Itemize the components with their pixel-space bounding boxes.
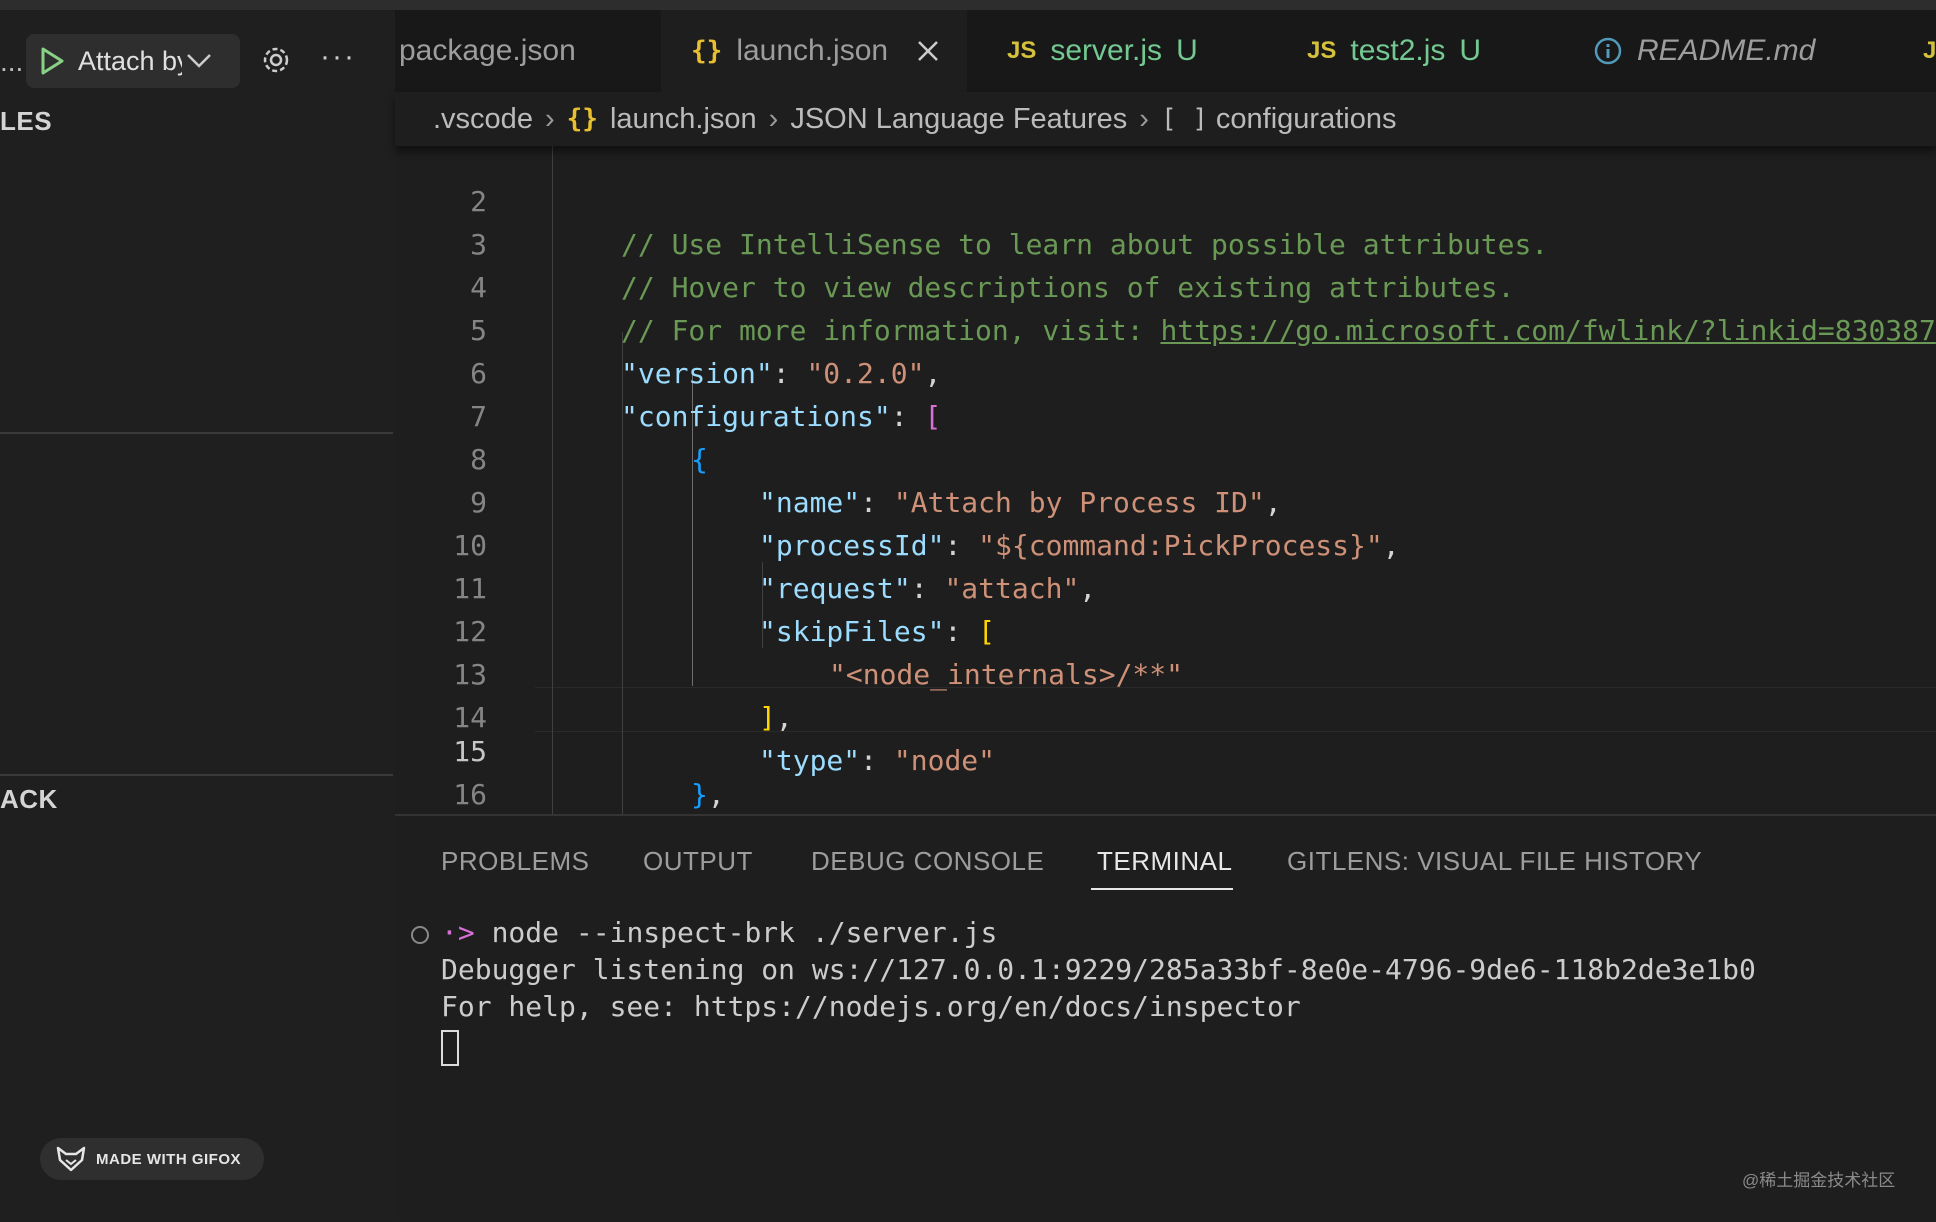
gifox-badge: MADE WITH GIFOX (40, 1138, 264, 1180)
tab-label: test2.js (1350, 34, 1446, 67)
tab-test2-js[interactable]: JS test2.js U (1307, 10, 1537, 92)
debug-config-label: Attach by Process ID (78, 45, 182, 76)
sidebar-divider (0, 774, 393, 776)
js-file-icon: JS (1307, 37, 1337, 64)
js-file-icon: J (1923, 37, 1936, 64)
prompt-arrow: ·> (441, 916, 475, 949)
code-line: 12 "<node_internals>/**" (395, 567, 1936, 691)
sidebar-overflow[interactable]: ... (0, 46, 23, 78)
code-line: 7 { (395, 352, 1936, 476)
tab-output[interactable]: OUTPUT (643, 846, 753, 877)
code-line: 8 "name": "Attach by Process ID", (395, 395, 1936, 519)
terminal-output-line: For help, see: https://nodejs.org/en/doc… (441, 990, 1301, 1023)
bottom-panel: PROBLEMS OUTPUT DEBUG CONSOLE TERMINAL G… (395, 814, 1936, 1222)
sidebar-section-call-stack[interactable]: ACK (0, 784, 58, 815)
command-status-icon[interactable] (411, 926, 429, 944)
breadcrumb-json-features[interactable]: JSON Language Features (790, 103, 1127, 136)
chevron-right-icon: › (768, 102, 779, 135)
sidebar: ... Attach by Process ID ··· LES ACK (0, 10, 395, 1220)
watermark: @稀土掘金技术社区 (1742, 1171, 1896, 1190)
sidebar-section-files[interactable]: LES (0, 106, 52, 137)
fox-logo-icon (56, 1146, 86, 1172)
terminal-cursor (441, 1030, 459, 1066)
code-line: 10 "request": "attach", (395, 481, 1936, 605)
tab-overflow[interactable]: J (1923, 10, 1936, 92)
active-tab-indicator (1091, 888, 1233, 890)
close-icon[interactable] (916, 39, 940, 63)
code-line: 6 "configurations": [ (395, 309, 1936, 433)
code-line: 16 (395, 730, 1936, 811)
gifox-label: MADE WITH GIFOX (96, 1150, 241, 1168)
code-line: 11 "skipFiles": [ (395, 524, 1936, 648)
code-line: 4 // For more information, visit: https:… (395, 223, 1936, 347)
tab-server-js[interactable]: JS server.js U (1007, 10, 1237, 92)
tab-readme-md[interactable]: README.md (1593, 10, 1853, 92)
code-editor[interactable]: 2 // Use IntelliSense to learn about pos… (395, 146, 1936, 814)
sidebar-divider (0, 432, 393, 434)
more-actions-icon[interactable]: ··· (320, 40, 356, 74)
gear-icon[interactable] (258, 42, 294, 78)
breadcrumb-vscode[interactable]: .vscode (433, 103, 533, 136)
code-line: 9 "processId": "${command:PickProcess}", (395, 438, 1936, 562)
code-line: 2 // Use IntelliSense to learn about pos… (395, 146, 1936, 261)
code-line: 3 // Hover to view descriptions of exist… (395, 180, 1936, 304)
tab-label: server.js (1050, 34, 1163, 67)
json-file-icon: {} (566, 104, 598, 134)
untracked-badge: U (1176, 34, 1198, 67)
breadcrumb-launch-json[interactable]: launch.json (610, 103, 757, 136)
debug-config-selector[interactable]: Attach by Process ID (26, 34, 240, 88)
code-line: 5 "version": "0.2.0", (395, 266, 1936, 390)
terminal-output-line: Debugger listening on ws://127.0.0.1:922… (441, 953, 1756, 986)
js-file-icon: JS (1007, 37, 1037, 64)
tab-package-json[interactable]: package.json (399, 10, 657, 92)
chevron-right-icon: › (544, 102, 555, 135)
tab-problems[interactable]: PROBLEMS (441, 846, 590, 877)
json-file-icon: {} (691, 36, 723, 66)
terminal-command-line[interactable]: ·> node --inspect-brk ./server.js (441, 916, 997, 949)
array-icon: [ ] (1160, 104, 1208, 134)
editor-tab-bar: package.json {} launch.json JS server.js… (395, 10, 1936, 92)
tab-gitlens-file-history[interactable]: GITLENS: VISUAL FILE HISTORY (1287, 846, 1702, 877)
code-line: 13 ], (395, 610, 1936, 734)
tab-terminal[interactable]: TERMINAL (1097, 846, 1232, 877)
code-line: 17 (395, 773, 1936, 814)
terminal-command: node --inspect-brk ./server.js (491, 916, 998, 949)
untracked-badge: U (1459, 34, 1482, 67)
tab-label: launch.json (736, 34, 889, 67)
tab-label: README.md (1637, 34, 1816, 67)
tab-debug-console[interactable]: DEBUG CONSOLE (811, 846, 1044, 877)
tab-label: package.json (399, 34, 576, 67)
chevron-down-icon[interactable] (186, 52, 212, 70)
breadcrumb-configurations[interactable]: configurations (1216, 103, 1397, 136)
info-icon (1594, 37, 1622, 65)
play-icon[interactable] (38, 46, 66, 76)
chevron-right-icon: › (1139, 102, 1149, 135)
code-line-current: 15 }, (395, 687, 1936, 811)
breadcrumb: .vscode › {} launch.json › JSON Language… (395, 92, 1936, 146)
window-top-strip (0, 0, 1936, 10)
tab-launch-json[interactable]: {} launch.json (661, 10, 967, 92)
